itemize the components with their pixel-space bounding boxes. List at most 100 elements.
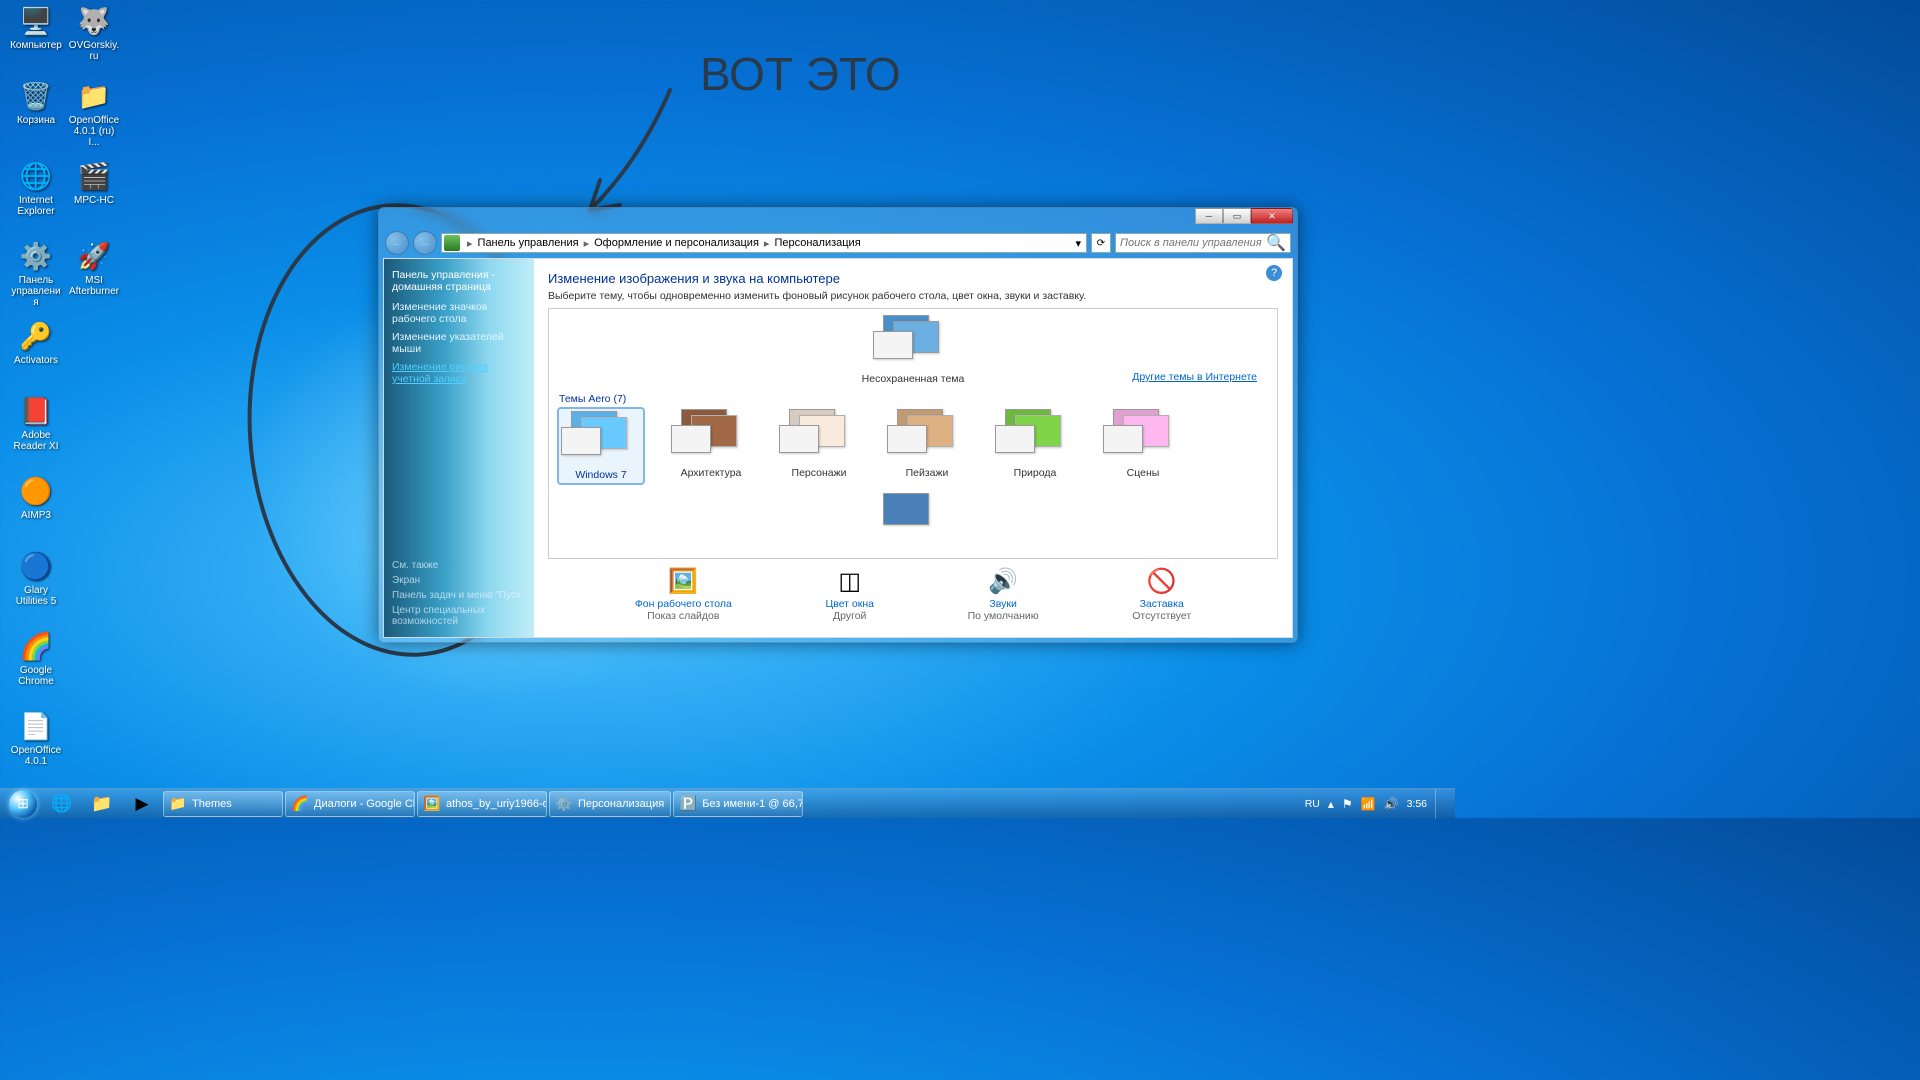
breadcrumb[interactable]: ▸ Панель управления ▸ Оформление и персо… <box>441 233 1087 253</box>
taskbar-task[interactable]: 🖼️ athos_by_uriy1966-d8... <box>417 791 547 817</box>
see-also-display[interactable]: Экран <box>392 575 526 586</box>
see-also-ease[interactable]: Центр специальных возможностей <box>392 605 526 627</box>
desktop-icon-label: MSI Afterburner <box>66 274 122 298</box>
desktop-icon-image: 📕 <box>20 395 52 427</box>
theme-label: Архитектура <box>671 467 751 479</box>
volume-icon[interactable]: 🔊 <box>1384 797 1399 811</box>
desktop-icon[interactable]: 🖥️ Компьютер <box>8 5 64 52</box>
pinned-app[interactable]: 📁 <box>83 791 121 817</box>
search-icon[interactable]: 🔍 <box>1266 233 1286 253</box>
help-icon[interactable]: ? <box>1266 265 1282 281</box>
sidebar-home-link[interactable]: Панель управления - домашняя страница <box>392 269 526 293</box>
desktop-icon[interactable]: 🗑️Корзина <box>8 80 64 127</box>
bottom-option[interactable]: 🚫ЗаставкаОтсутствует <box>1132 568 1191 622</box>
forward-button[interactable]: → <box>413 231 437 255</box>
desktop-icon-image: 🔑 <box>20 320 52 352</box>
theme-card[interactable]: Windows 7 <box>559 409 643 483</box>
taskbar-task[interactable]: 🅿️Без имени-1 @ 66,7... <box>673 791 803 817</box>
task-label: Диалоги - Google Ch... <box>314 798 415 810</box>
desktop-icon[interactable]: 🎬MPC-HC <box>66 160 122 207</box>
sidebar: Панель управления - домашняя страница Из… <box>384 259 534 637</box>
taskbar: 🌐📁▶ 📁Themes🌈Диалоги - Google Ch...🖼️atho… <box>0 788 1455 818</box>
task-icon: 🖼️ <box>424 796 440 812</box>
refresh-button[interactable]: ⟳ <box>1091 233 1111 253</box>
minimize-button[interactable]: ─ <box>1195 208 1223 224</box>
desktop-icon-image: 🖥️ <box>20 5 52 37</box>
sidebar-link-account-picture[interactable]: Изменение рисунка учетной записи <box>392 361 526 385</box>
task-icon: ⚙️ <box>556 796 572 812</box>
bottom-option-icon: 🚫 <box>1144 568 1180 596</box>
language-indicator[interactable]: RU <box>1305 798 1320 810</box>
see-also-header: См. также <box>392 560 526 571</box>
bottom-option-value: Другой <box>825 610 874 622</box>
taskbar-task[interactable]: ⚙️Персонализация <box>549 791 671 817</box>
desktop-icon-image: 📄 <box>20 710 52 742</box>
network-icon[interactable]: 📶 <box>1361 797 1376 811</box>
bottom-option-title: Заставка <box>1132 598 1191 610</box>
bottom-option-title: Звуки <box>968 598 1039 610</box>
sidebar-link-mouse-pointers[interactable]: Изменение указателей мыши <box>392 331 526 355</box>
crumb-mid[interactable]: Оформление и персонализация <box>592 237 761 249</box>
theme-partial[interactable] <box>559 493 1267 547</box>
desktop-icon-image: 🎬 <box>78 160 110 192</box>
crumb-root[interactable]: Панель управления <box>476 237 581 249</box>
titlebar[interactable]: ─ ▭ ✕ <box>379 208 1297 230</box>
desktop-icon[interactable]: 🐺OVGorskiy.ru <box>66 5 122 63</box>
desktop-icon[interactable]: 🌐Internet Explorer <box>8 160 64 218</box>
desktop-icon-image: 🔵 <box>20 550 52 582</box>
bottom-option[interactable]: ◫Цвет окнаДругой <box>825 568 874 622</box>
theme-card[interactable]: Природа <box>995 409 1075 479</box>
bottom-option[interactable]: 🔊ЗвукиПо умолчанию <box>968 568 1039 622</box>
task-icon: 📁 <box>170 796 186 812</box>
desktop-icon-image: 🌈 <box>20 630 52 662</box>
desktop-icon-image: 🐺 <box>78 5 110 37</box>
theme-card[interactable]: Сцены <box>1103 409 1183 479</box>
desktop-icon[interactable]: 🌈Google Chrome <box>8 630 64 688</box>
desktop-icon-label: Компьютер <box>8 39 64 52</box>
themes-scroll-area[interactable]: Несохраненная тема Другие темы в Интерне… <box>548 308 1278 559</box>
desktop-icon[interactable]: 📕Adobe Reader XI <box>8 395 64 453</box>
taskbar-task[interactable]: 🌈Диалоги - Google Ch... <box>285 791 415 817</box>
flag-icon[interactable]: ⚑ <box>1342 797 1353 811</box>
bottom-option[interactable]: 🖼️Фон рабочего столаПоказ слайдов <box>635 568 732 622</box>
pinned-app[interactable]: ▶ <box>123 791 161 817</box>
bottom-option-value: Показ слайдов <box>635 610 732 622</box>
theme-card[interactable]: Пейзажи <box>887 409 967 479</box>
search-box[interactable]: 🔍 <box>1115 233 1291 253</box>
back-button[interactable]: ← <box>385 231 409 255</box>
system-tray: RU ▴ ⚑ 📶 🔊 3:56 <box>1305 789 1451 819</box>
theme-card[interactable]: Персонажи <box>779 409 859 479</box>
show-desktop-button[interactable] <box>1435 789 1445 819</box>
desktop-icon[interactable]: 🔑Activators <box>8 320 64 367</box>
maximize-button[interactable]: ▭ <box>1223 208 1251 224</box>
pinned-app[interactable]: 🌐 <box>43 791 81 817</box>
theme-label: Пейзажи <box>887 467 967 479</box>
desktop-icon-label: OpenOffice 4.0.1 (ru) I... <box>66 114 122 149</box>
desktop-icon[interactable]: 📄OpenOffice 4.0.1 <box>8 710 64 768</box>
bottom-options: 🖼️Фон рабочего столаПоказ слайдов ◫Цвет о… <box>548 559 1278 629</box>
tray-arrow-icon[interactable]: ▴ <box>1328 797 1334 811</box>
crumb-leaf[interactable]: Персонализация <box>772 237 862 249</box>
more-themes-link[interactable]: Другие темы в Интернете <box>1132 371 1257 383</box>
desktop-icon[interactable]: 🟠AIMP3 <box>8 475 64 522</box>
desktop-icon[interactable]: 🚀MSI Afterburner <box>66 240 122 298</box>
clock[interactable]: 3:56 <box>1407 798 1427 810</box>
desktop-icon-image: ⚙️ <box>20 240 52 272</box>
start-button[interactable] <box>4 789 42 819</box>
personalization-window: ─ ▭ ✕ ← → ▸ Панель управления ▸ Оформлен… <box>378 207 1298 643</box>
desktop-icon-label: Google Chrome <box>8 664 64 688</box>
crumb-dropdown-icon[interactable]: ▾ <box>1072 237 1084 250</box>
desktop-icon[interactable]: ⚙️Панель управления <box>8 240 64 309</box>
theme-card[interactable]: Архитектура <box>671 409 751 479</box>
theme-label: Природа <box>995 467 1075 479</box>
task-label: athos_by_uriy1966-d8... <box>446 798 547 810</box>
search-input[interactable] <box>1120 237 1266 249</box>
close-button[interactable]: ✕ <box>1251 208 1293 224</box>
sidebar-link-desktop-icons[interactable]: Изменение значков рабочего стола <box>392 301 526 325</box>
desktop-icon[interactable]: 🔵Glary Utilities 5 <box>8 550 64 608</box>
desktop-icon[interactable]: 📁OpenOffice 4.0.1 (ru) I... <box>66 80 122 149</box>
task-label: Без имени-1 @ 66,7... <box>702 798 803 810</box>
desktop-icon-image: 🟠 <box>20 475 52 507</box>
taskbar-task[interactable]: 📁Themes <box>163 791 283 817</box>
see-also-taskbar[interactable]: Панель задач и меню "Пуск" <box>392 590 526 601</box>
